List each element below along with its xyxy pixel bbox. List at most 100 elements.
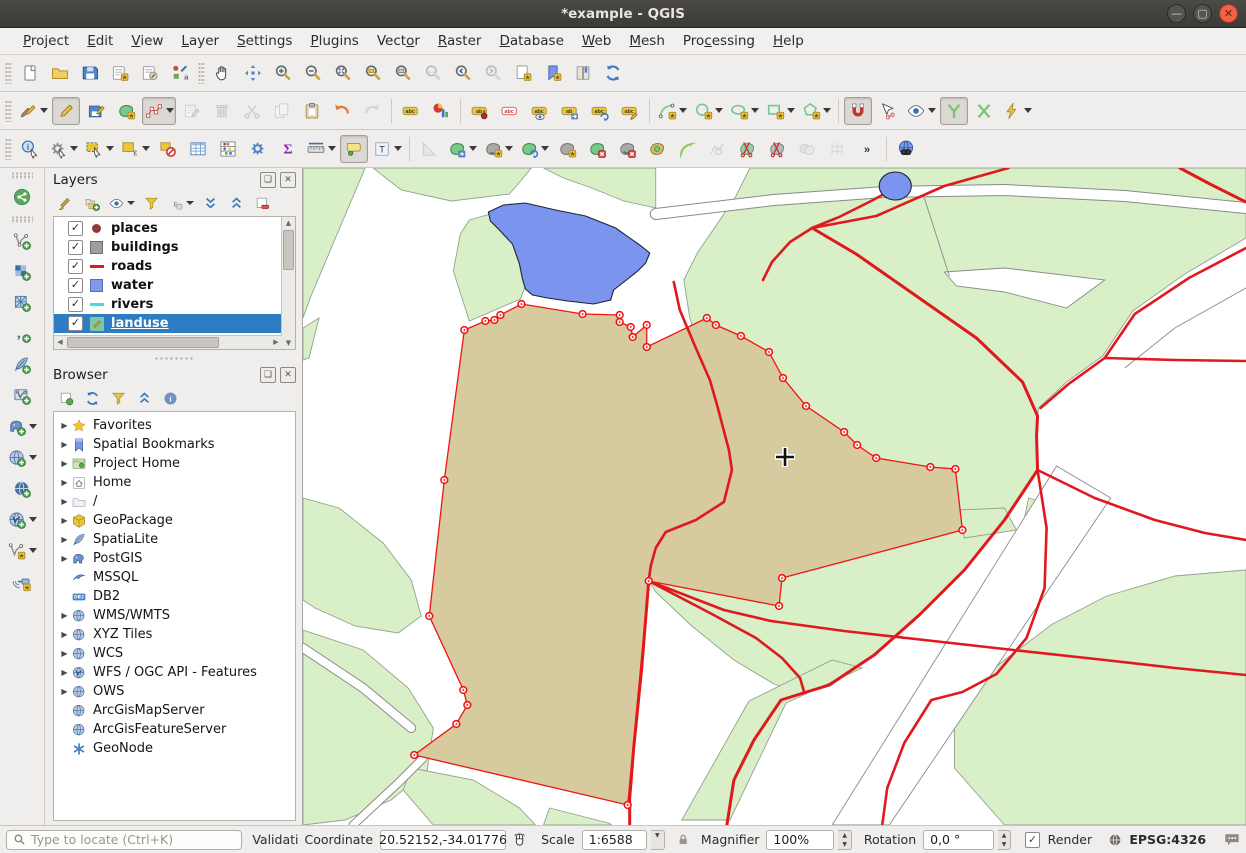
layer-diagram-options-button[interactable] — [427, 97, 455, 125]
new-print-layout-button[interactable] — [106, 59, 134, 87]
menu-processing[interactable]: Processing — [674, 30, 764, 52]
save-project-button[interactable] — [76, 59, 104, 87]
split-parts-button[interactable] — [763, 135, 791, 163]
rotate-feature-dropdown-icon[interactable] — [541, 146, 549, 151]
menu-settings[interactable]: Settings — [228, 30, 301, 52]
rotation-spinner[interactable]: ▲▼ — [998, 830, 1011, 850]
modify-attributes-button[interactable] — [178, 97, 206, 125]
tracing-offset-dropdown-icon[interactable] — [1024, 108, 1032, 113]
toolbar-grip[interactable] — [5, 138, 12, 160]
expand-arrow-icon[interactable]: ▶ — [58, 516, 71, 525]
add-virtual-layer-button[interactable] — [5, 536, 39, 565]
measure-line-dropdown-icon[interactable] — [328, 146, 336, 151]
fill-ring-button[interactable] — [643, 135, 671, 163]
mouse-extents-icon[interactable] — [512, 831, 527, 848]
select-features-button[interactable] — [82, 135, 116, 163]
show-bookmark-manager-button[interactable] — [569, 59, 597, 87]
add-wms-wmts-layer-dropdown-icon[interactable] — [29, 455, 37, 460]
close-panel-icon[interactable]: ✕ — [280, 367, 296, 383]
menu-help[interactable]: Help — [764, 30, 813, 52]
new-project-button[interactable] — [16, 59, 44, 87]
show-statistical-summary-button[interactable]: Σ — [274, 135, 302, 163]
expand-arrow-icon[interactable]: ▶ — [58, 649, 71, 658]
expand-arrow-icon[interactable]: ▶ — [58, 478, 71, 487]
add-vector-layer-button[interactable] — [8, 226, 36, 255]
browser-item-spatialite[interactable]: ▶SpatiaLite — [54, 530, 295, 549]
magnifier-input[interactable]: 100% — [766, 830, 834, 850]
vertex-tool-all-layers-button[interactable] — [874, 97, 902, 125]
add-rectangle-dropdown-icon[interactable] — [787, 108, 795, 113]
add-wfs-layer-button[interactable] — [5, 505, 39, 534]
locate-search-input[interactable]: Type to locate (Ctrl+K) — [6, 830, 242, 850]
offset-curve-button[interactable] — [673, 135, 701, 163]
layer-item-landuse[interactable]: ✓landuse — [54, 314, 282, 333]
scale-dropdown-icon[interactable]: ▼ — [651, 830, 664, 850]
remove-layer-button[interactable] — [250, 191, 274, 215]
scroll-right-icon[interactable]: ▶ — [270, 336, 282, 349]
maximize-button[interactable]: ▢ — [1193, 4, 1212, 23]
manage-map-themes-button[interactable] — [106, 191, 137, 215]
expand-arrow-icon[interactable]: ▶ — [58, 440, 71, 449]
change-label-properties-button[interactable]: abc — [616, 97, 644, 125]
add-wfs-layer-dropdown-icon[interactable] — [29, 517, 37, 522]
menu-vector[interactable]: Vector — [368, 30, 429, 52]
text-annotation-button[interactable]: T — [370, 135, 404, 163]
menu-mesh[interactable]: Mesh — [620, 30, 674, 52]
pan-map-button[interactable] — [209, 59, 237, 87]
pan-to-selection-button[interactable] — [239, 59, 267, 87]
browser-item-db2[interactable]: DB2DB2 — [54, 587, 295, 606]
snap-on-intersection-button[interactable] — [970, 97, 998, 125]
digitize-with-curve-dropdown-icon[interactable] — [679, 108, 687, 113]
layer-item-roads[interactable]: ✓roads — [54, 257, 282, 276]
add-ellipse-dropdown-icon[interactable] — [751, 108, 759, 113]
toggle-editing-button[interactable] — [52, 97, 80, 125]
map-canvas[interactable] — [303, 168, 1246, 825]
move-feature-dropdown-icon[interactable] — [469, 146, 477, 151]
add-gps-layer-button[interactable] — [8, 567, 36, 596]
rotate-label-button[interactable]: abc — [586, 97, 614, 125]
redo-button[interactable] — [358, 97, 386, 125]
expand-arrow-icon[interactable]: ▶ — [58, 535, 71, 544]
simplify-feature-button[interactable] — [553, 135, 581, 163]
toolbar-grip[interactable] — [5, 100, 12, 122]
open-attribute-table-button[interactable] — [184, 135, 212, 163]
open-field-calculator-button[interactable] — [214, 135, 242, 163]
add-postgis-layer-button[interactable] — [5, 412, 39, 441]
digitize-with-curve-button[interactable] — [655, 97, 689, 125]
browser-item-wcs[interactable]: ▶WCS — [54, 644, 295, 663]
panel-splitter[interactable] — [45, 354, 302, 363]
add-virtual-layer-dropdown-icon[interactable] — [29, 548, 37, 553]
scale-combobox[interactable]: 1:6588 — [582, 830, 647, 850]
expand-arrow-icon[interactable]: ▶ — [58, 497, 71, 506]
vertex-tool-button[interactable] — [142, 97, 176, 125]
layers-vertical-scrollbar[interactable]: ▲ ▼ — [281, 217, 295, 349]
magnifier-spinner[interactable]: ▲▼ — [838, 830, 851, 850]
scroll-left-icon[interactable]: ◀ — [54, 336, 66, 349]
layer-checkbox[interactable]: ✓ — [68, 221, 83, 236]
messages-icon[interactable] — [1224, 832, 1240, 847]
close-button[interactable]: ✕ — [1219, 4, 1238, 23]
zoom-native-resolution-button[interactable]: 1:1 — [419, 59, 447, 87]
delete-selected-button[interactable] — [208, 97, 236, 125]
copy-move-feature-dropdown-icon[interactable] — [505, 146, 513, 151]
crs-globe-icon[interactable] — [1108, 832, 1122, 848]
open-project-button[interactable] — [46, 59, 74, 87]
browser-item-geonode[interactable]: GeoNode — [54, 739, 295, 758]
enable-advanced-digitizing-button[interactable] — [415, 135, 443, 163]
zoom-out-button[interactable] — [299, 59, 327, 87]
show-spatial-bookmarks-button[interactable] — [539, 59, 567, 87]
add-mesh-layer-button[interactable] — [8, 288, 36, 317]
pin-labels-button[interactable]: ab — [466, 97, 494, 125]
show-layout-manager-button[interactable] — [136, 59, 164, 87]
expand-arrow-icon[interactable]: ▶ — [58, 459, 71, 468]
add-circle-button[interactable] — [691, 97, 725, 125]
new-spatial-bookmark-button[interactable] — [509, 59, 537, 87]
select-by-expression-button[interactable]: ε — [118, 135, 152, 163]
layer-item-rivers[interactable]: ✓rivers — [54, 295, 282, 314]
enable-tracing-button[interactable] — [940, 97, 968, 125]
zoom-to-selection-button[interactable] — [359, 59, 387, 87]
tracing-offset-button[interactable] — [1000, 97, 1034, 125]
add-rectangle-button[interactable] — [763, 97, 797, 125]
merge-attributes-button[interactable] — [823, 135, 851, 163]
filter-legend-button[interactable] — [139, 191, 163, 215]
